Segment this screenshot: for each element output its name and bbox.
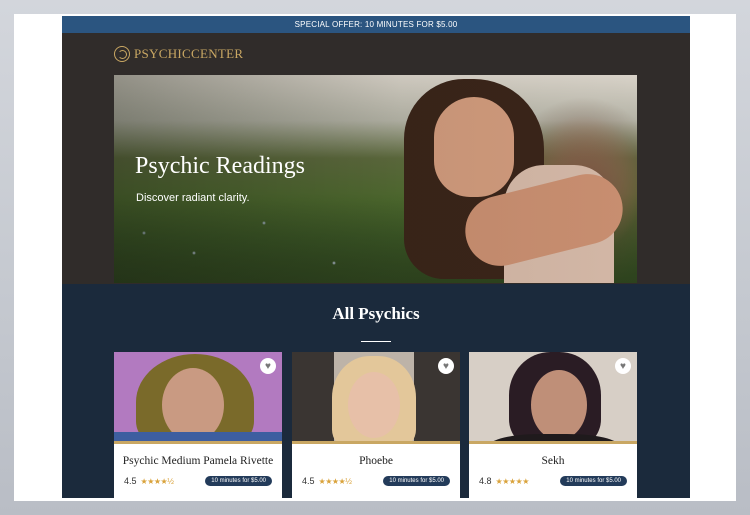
card-meta: 4.5 ★★★★½ 10 minutes for $5.00 xyxy=(292,476,460,486)
psychic-name[interactable]: Phoebe xyxy=(292,455,460,467)
offer-badge[interactable]: 10 minutes for $5.00 xyxy=(383,476,450,486)
section-title: All Psychics xyxy=(332,304,420,323)
logo[interactable]: PSYCHICCENTER xyxy=(114,46,243,62)
star-icons: ★★★★½ xyxy=(140,476,174,486)
offer-badge[interactable]: 10 minutes for $5.00 xyxy=(205,476,272,486)
section-divider xyxy=(361,341,391,342)
psychic-card[interactable]: ♥ Sekh 4.8 ★★★★★ 10 minutes for $5.00 xyxy=(469,352,637,498)
psychic-photo[interactable]: ♥ xyxy=(292,352,460,444)
rating: 4.8 ★★★★★ xyxy=(479,476,529,486)
psychic-name[interactable]: Sekh xyxy=(469,455,637,467)
heart-icon[interactable]: ♥ xyxy=(438,358,454,374)
logo-text: PSYCHICCENTER xyxy=(134,46,244,61)
rating-value: 4.8 xyxy=(479,476,492,486)
photo-clothing xyxy=(489,434,619,441)
psychic-photo[interactable]: ♥ xyxy=(114,352,282,444)
heart-icon[interactable]: ♥ xyxy=(615,358,631,374)
heart-icon[interactable]: ♥ xyxy=(260,358,276,374)
hero-banner: Psychic Readings Discover radiant clarit… xyxy=(114,75,637,283)
psychic-card[interactable]: ♥ Psychic Medium Pamela Rivette 4.5 ★★★★… xyxy=(114,352,282,498)
site-header: PSYCHICCENTER xyxy=(62,33,690,75)
psychic-card[interactable]: ♥ Phoebe 4.5 ★★★★½ 10 minutes for $5.00 xyxy=(292,352,460,498)
star-icons: ★★★★½ xyxy=(318,476,352,486)
psychics-section: All Psychics ♥ Psychic Medium Pamela Riv… xyxy=(62,284,690,498)
promo-bar[interactable]: SPECIAL OFFER: 10 MINUTES FOR $5.00 xyxy=(62,16,690,33)
promo-text[interactable]: SPECIAL OFFER: 10 MINUTES FOR $5.00 xyxy=(295,20,458,29)
psychic-photo[interactable]: ♥ xyxy=(469,352,637,444)
star-icons: ★★★★★ xyxy=(495,476,530,486)
rating: 4.5 ★★★★½ xyxy=(302,476,352,486)
website: SPECIAL OFFER: 10 MINUTES FOR $5.00 PSYC… xyxy=(62,16,690,498)
offer-badge[interactable]: 10 minutes for $5.00 xyxy=(560,476,627,486)
rating-value: 4.5 xyxy=(124,476,137,486)
card-meta: 4.5 ★★★★½ 10 minutes for $5.00 xyxy=(114,476,282,486)
hero-subtitle: Discover radiant clarity. xyxy=(136,192,250,204)
psychic-name[interactable]: Psychic Medium Pamela Rivette xyxy=(114,455,282,467)
rating-value: 4.5 xyxy=(302,476,315,486)
logo-mark-icon xyxy=(114,46,130,62)
photo-clothing xyxy=(114,432,282,441)
photo-face xyxy=(348,372,400,438)
photo-face xyxy=(162,368,224,441)
rating: 4.5 ★★★★½ xyxy=(124,476,174,486)
photo-face xyxy=(531,370,587,440)
card-meta: 4.8 ★★★★★ 10 minutes for $5.00 xyxy=(469,476,637,486)
hero-title: Psychic Readings xyxy=(135,153,305,179)
